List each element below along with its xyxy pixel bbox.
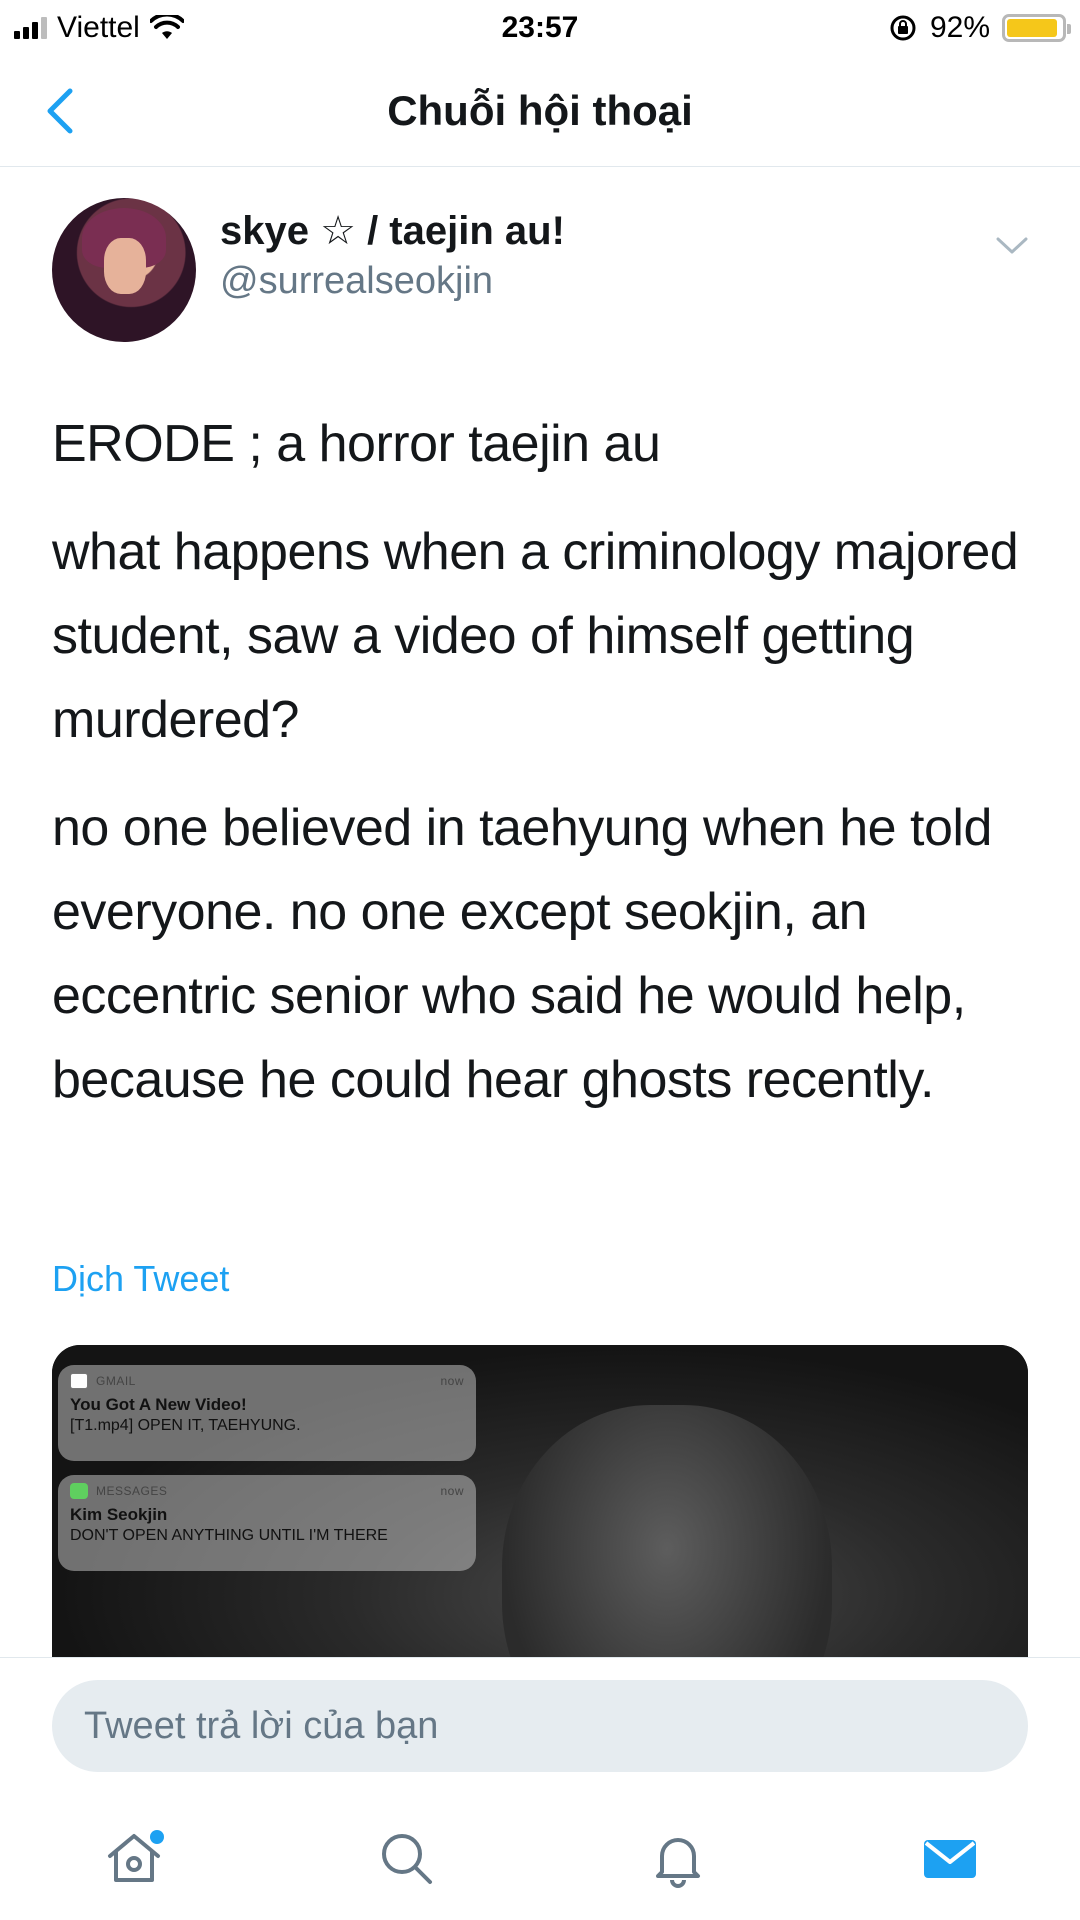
notification-body: DON'T OPEN ANYTHING UNTIL I'M THERE [70, 1527, 388, 1544]
notification-title: You Got A New Video! [70, 1395, 247, 1414]
tweet-author[interactable]: skye ☆ / taejin au! @surrealseokjin [52, 198, 565, 342]
notification-time: now [440, 1484, 464, 1498]
carrier-label: Viettel [57, 10, 140, 44]
notification-app: MESSAGES [96, 1484, 168, 1498]
avatar[interactable] [52, 198, 196, 342]
tweet-paragraph: ERODE ; a horror taejin au [52, 415, 661, 473]
status-bar: Viettel 23:57 92% [0, 0, 1080, 55]
tab-bar [0, 1800, 1080, 1920]
page-title: Chuỗi hội thoại [387, 86, 693, 134]
chevron-down-icon[interactable] [992, 230, 1032, 260]
tweet-media[interactable]: GMAIL now You Got A New Video! [T1.mp4] O… [52, 1345, 1028, 1657]
notification-body: [T1.mp4] OPEN IT, TAEHYUNG. [70, 1417, 301, 1434]
author-handle[interactable]: @surrealseokjin [220, 260, 565, 303]
navigation-bar: Chuỗi hội thoại [0, 55, 1080, 167]
status-right: 92% [888, 10, 1071, 45]
reply-input[interactable]: Tweet trả lời của bạn [52, 1680, 1028, 1772]
mail-icon [70, 1373, 88, 1389]
status-left: Viettel [14, 11, 184, 45]
notification-card: GMAIL now You Got A New Video! [T1.mp4] O… [58, 1365, 476, 1461]
wifi-icon [149, 14, 184, 39]
messages-icon[interactable] [918, 1826, 982, 1890]
notifications-icon[interactable] [646, 1826, 710, 1890]
message-icon [70, 1483, 88, 1499]
translate-tweet-link[interactable]: Dịch Tweet [52, 1258, 229, 1300]
signal-icon [14, 16, 47, 39]
tweet-paragraph: what happens when a criminology majored … [52, 523, 1019, 749]
author-name[interactable]: skye ☆ / taejin au! [220, 208, 565, 254]
notification-dot [150, 1830, 164, 1844]
chevron-left-icon[interactable] [40, 85, 80, 137]
notification-time: now [440, 1374, 464, 1388]
battery-percent: 92% [929, 10, 990, 44]
tweet-paragraph: no one believed in taehyung when he told… [52, 799, 992, 1109]
notification-app: GMAIL [96, 1374, 136, 1388]
author-text: skye ☆ / taejin au! @surrealseokjin [220, 208, 565, 303]
rotation-lock-icon [890, 15, 916, 40]
tweet-text: ERODE ; a horror taejin au what happens … [52, 402, 1042, 1146]
notification-card: MESSAGES now Kim Seokjin DON'T OPEN ANYTH… [58, 1475, 476, 1571]
notification-title: Kim Seokjin [70, 1505, 168, 1524]
search-icon[interactable] [374, 1826, 438, 1890]
battery-icon [1002, 13, 1071, 42]
